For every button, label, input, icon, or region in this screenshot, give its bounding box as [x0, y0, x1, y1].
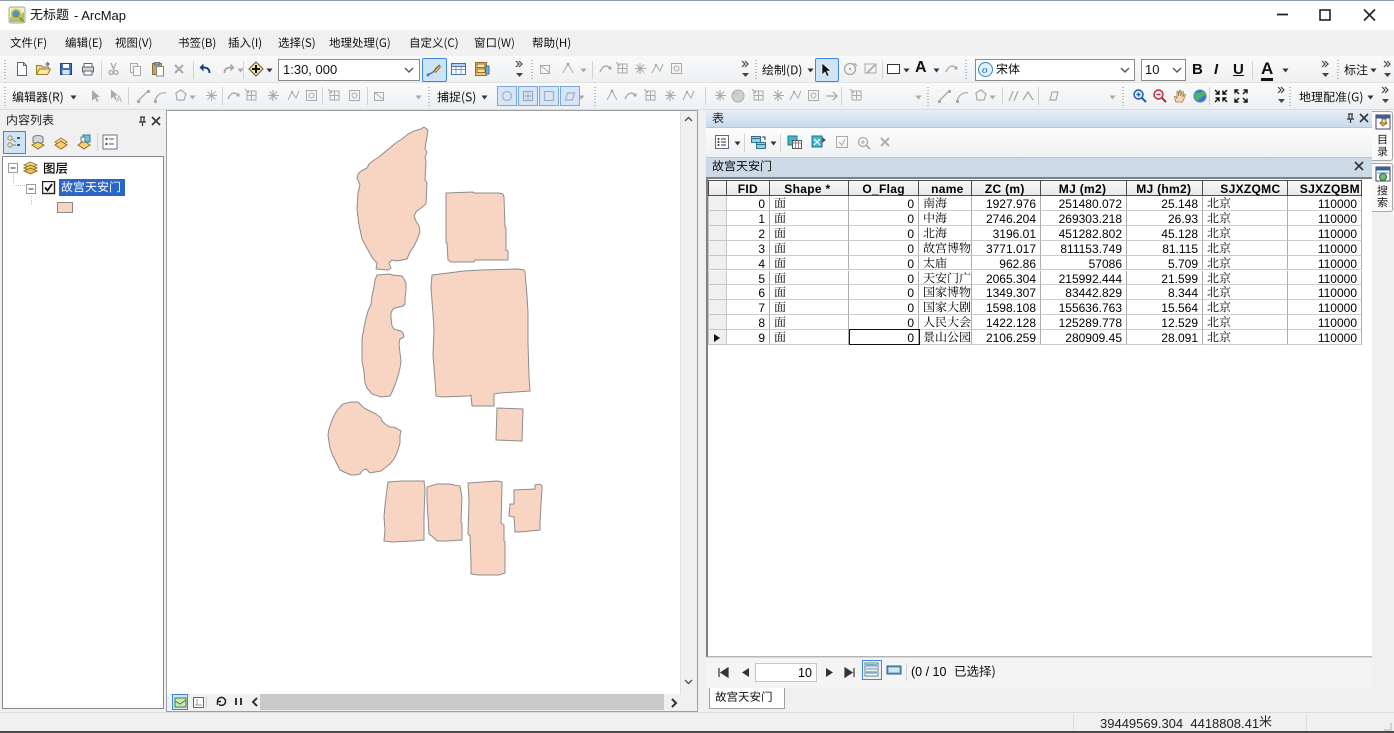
svg-text:o: o: [982, 64, 988, 76]
svg-text:A: A: [116, 94, 122, 104]
